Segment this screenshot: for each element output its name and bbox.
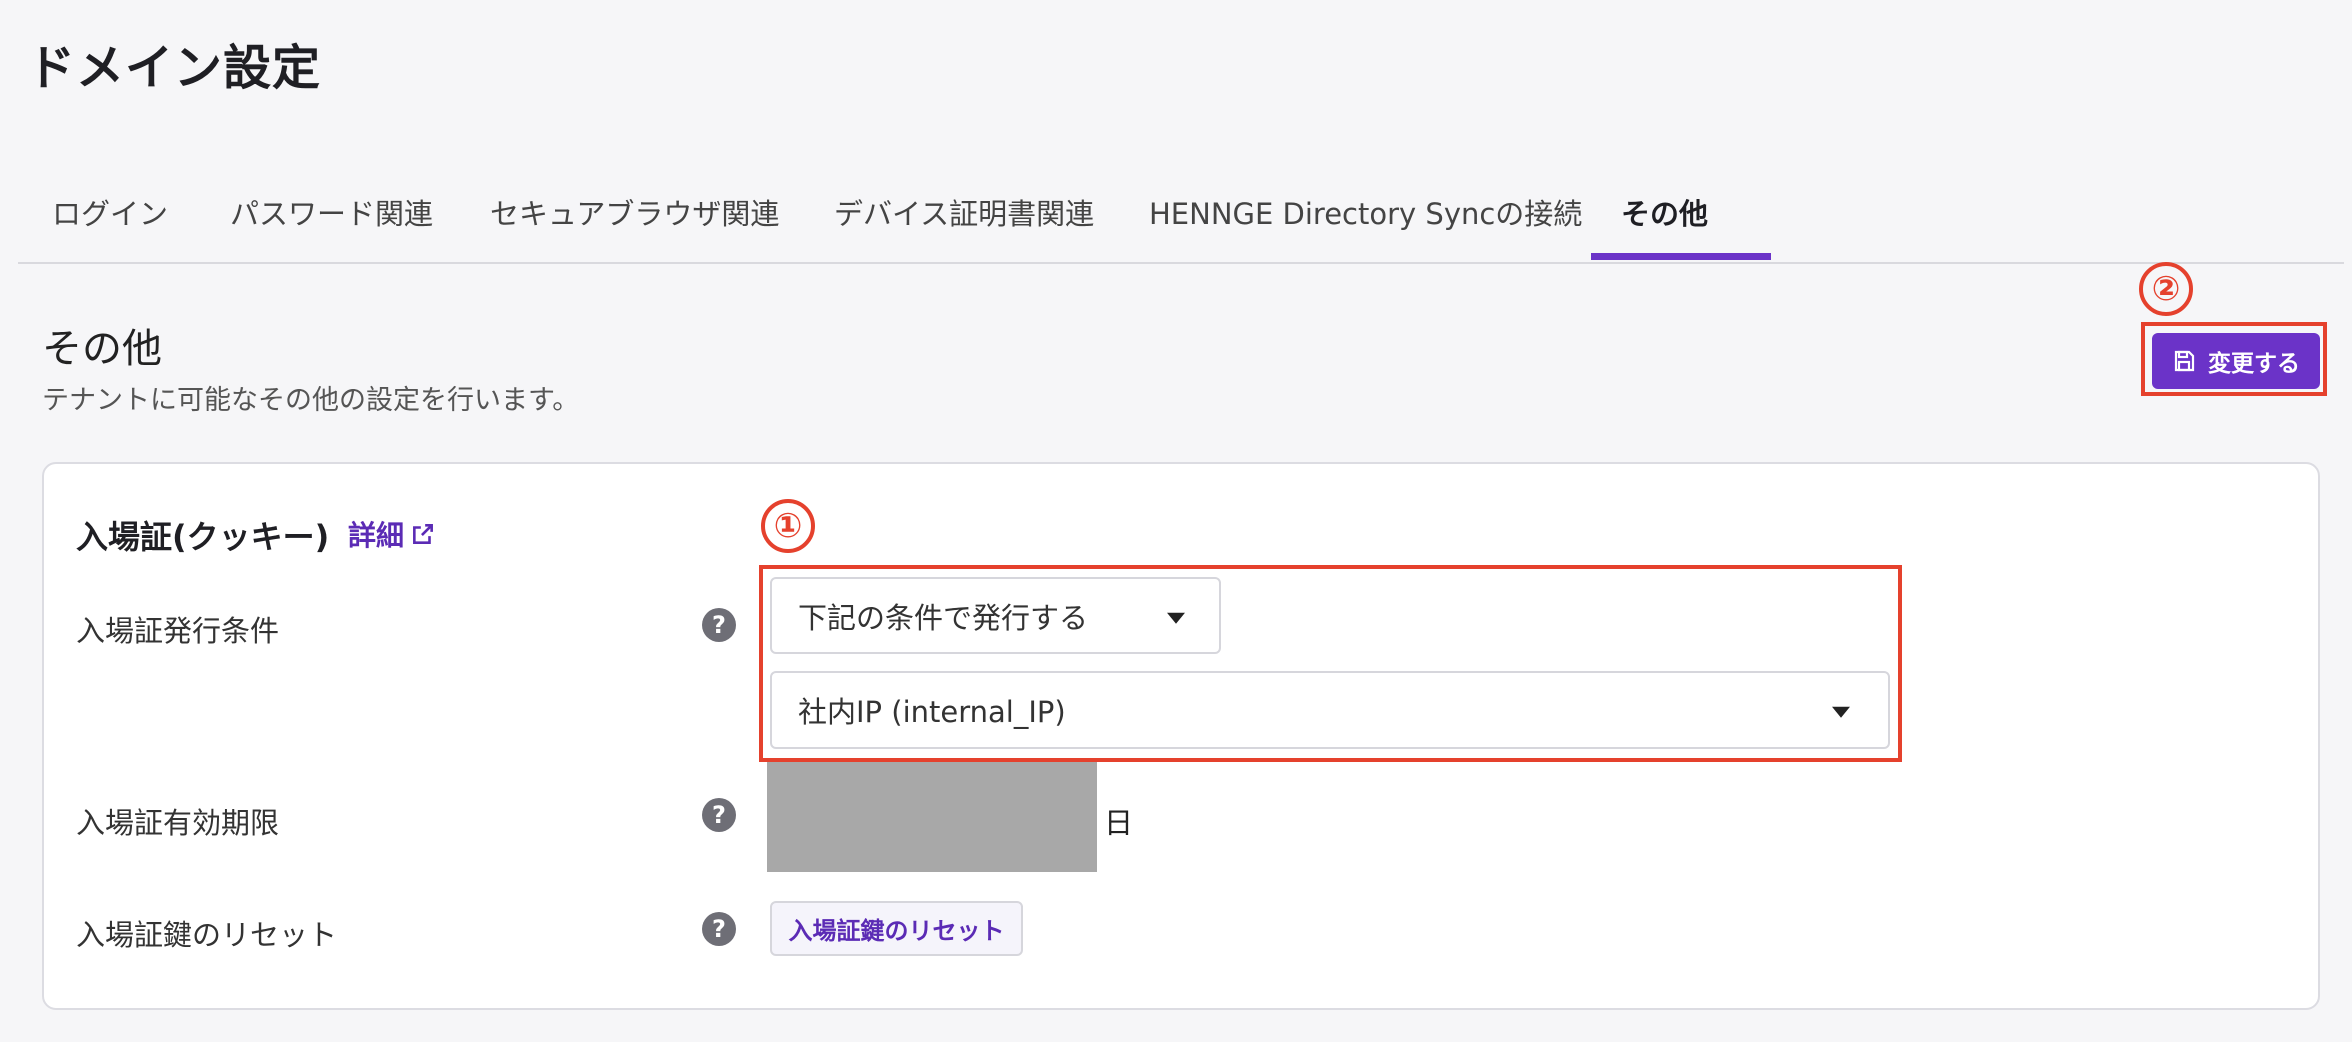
domain-settings-page: ドメイン設定 ログイン パスワード関連 セキュアブラウザ関連 デバイス証明書関連… bbox=[0, 0, 2352, 1042]
save-button-label: 変更する bbox=[2208, 351, 2300, 377]
section-description: テナントに可能なその他の設定を行います。 bbox=[42, 385, 580, 416]
tab-device-certificate[interactable]: デバイス証明書関連 bbox=[834, 198, 1094, 262]
chevron-down-icon bbox=[1832, 706, 1850, 718]
chevron-down-icon bbox=[1167, 612, 1185, 624]
save-button[interactable]: 変更する bbox=[2152, 333, 2320, 389]
detail-link-label: 詳細 bbox=[348, 519, 405, 552]
help-icon-glyph: ? bbox=[712, 915, 726, 943]
help-icon[interactable]: ? bbox=[702, 608, 736, 642]
tab-login[interactable]: ログイン bbox=[52, 198, 168, 262]
key-reset-button[interactable]: 入場証鍵のリセット bbox=[770, 901, 1023, 956]
save-icon bbox=[2174, 350, 2195, 372]
annotation-number-1: ① bbox=[761, 499, 815, 553]
detail-link[interactable]: 詳細 bbox=[348, 514, 436, 554]
expiry-days-input-redacted[interactable] bbox=[767, 762, 1097, 872]
annotation-number-1-text: ① bbox=[773, 506, 803, 546]
tab-password[interactable]: パスワード関連 bbox=[230, 198, 433, 262]
help-icon-glyph: ? bbox=[712, 611, 726, 639]
help-icon[interactable]: ? bbox=[702, 798, 736, 832]
tab-secure-browser[interactable]: セキュアブラウザ関連 bbox=[490, 198, 779, 262]
expiry-label: 入場証有効期限 bbox=[76, 806, 280, 840]
tab-bar: ログイン パスワード関連 セキュアブラウザ関連 デバイス証明書関連 HENNGE… bbox=[18, 180, 2344, 264]
expiry-unit-label: 日 bbox=[1104, 806, 1134, 840]
active-tab-indicator bbox=[1591, 253, 1771, 260]
key-reset-label: 入場証鍵のリセット bbox=[76, 918, 338, 952]
page-title: ドメイン設定 bbox=[27, 40, 322, 96]
issue-condition-select[interactable]: 下記の条件で発行する bbox=[770, 577, 1221, 654]
help-icon[interactable]: ? bbox=[702, 912, 736, 946]
ip-condition-select[interactable]: 社内IP (internal_IP) bbox=[770, 671, 1890, 749]
issue-condition-label: 入場証発行条件 bbox=[76, 614, 280, 648]
tab-directory-sync[interactable]: HENNGE Directory Syncの接続 bbox=[1149, 198, 1582, 262]
section-title: その他 bbox=[42, 326, 162, 372]
issue-condition-select-value: 下記の条件で発行する bbox=[798, 600, 1089, 635]
ip-condition-select-value: 社内IP (internal_IP) bbox=[798, 695, 1066, 729]
annotation-number-2-text: ② bbox=[2151, 269, 2181, 309]
help-icon-glyph: ? bbox=[712, 801, 726, 829]
card-heading: 入場証(クッキー) bbox=[76, 518, 330, 556]
external-link-icon bbox=[413, 524, 433, 544]
annotation-number-2: ② bbox=[2139, 262, 2193, 316]
